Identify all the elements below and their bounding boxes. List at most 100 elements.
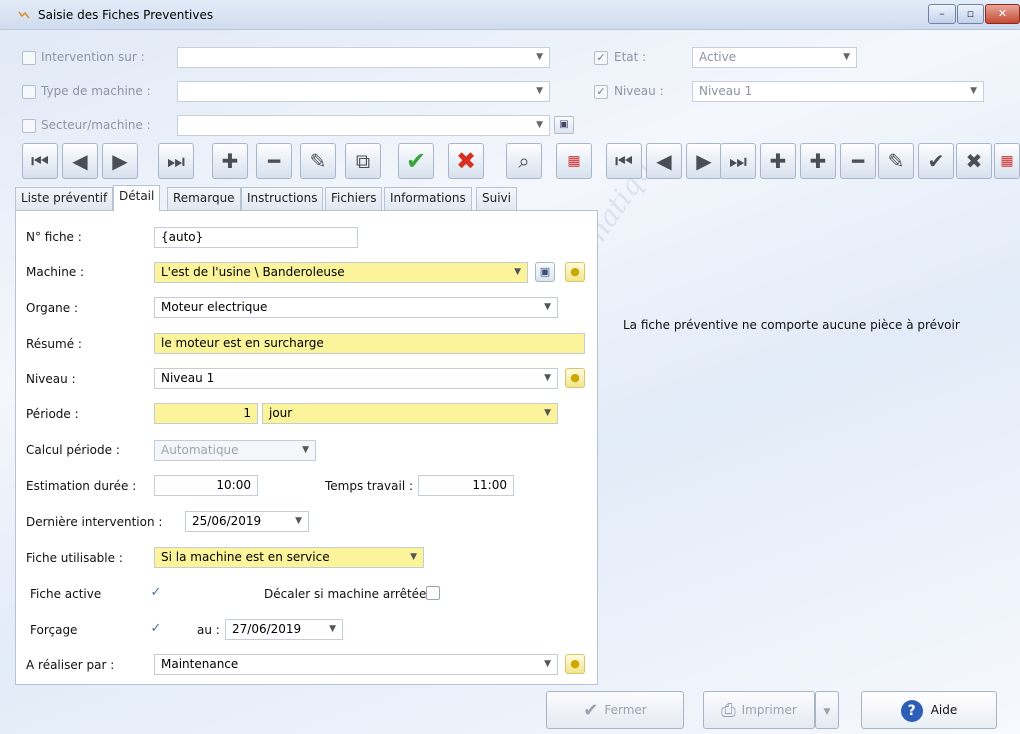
print-preview-icon: ⎙: [721, 699, 736, 721]
grid-button-2[interactable]: ▦: [994, 143, 1020, 179]
remove-button[interactable]: ━: [256, 143, 292, 179]
close-button[interactable]: ✕: [985, 4, 1020, 24]
add-button-2[interactable]: ✚: [760, 143, 796, 179]
chevron-down-icon: ▼: [544, 373, 551, 383]
realiser-par-value: Maintenance: [161, 657, 239, 671]
chevron-down-icon: ▼: [544, 659, 551, 669]
machine-value: L'est de l'usine \ Banderoleuse: [161, 265, 345, 279]
secteur-select[interactable]: ▼: [177, 115, 550, 136]
niveau-value: Niveau 1: [161, 371, 215, 385]
realiser-par-select[interactable]: Maintenance ▼: [154, 654, 558, 675]
tab-informations[interactable]: Informations: [384, 187, 472, 210]
intervention-checkbox[interactable]: [22, 51, 36, 65]
chevron-down-icon: ▼: [823, 707, 831, 717]
title-bar: Saisie des Fiches Preventives – ▫ ✕: [0, 0, 1020, 30]
fermer-button[interactable]: ✔ Fermer: [546, 691, 684, 729]
chevron-down-icon: ▼: [410, 552, 417, 562]
secteur-checkbox[interactable]: [22, 119, 36, 133]
edit-tool-button[interactable]: ✎: [300, 143, 336, 179]
add-line-button[interactable]: ✚: [800, 143, 836, 179]
minimize-button[interactable]: –: [928, 4, 956, 24]
tab-suivi[interactable]: Suivi: [476, 187, 517, 210]
fiche-utilisable-value: Si la machine est en service: [161, 550, 330, 564]
calcul-periode-value: Automatique: [161, 443, 239, 457]
cancel-button[interactable]: ✖: [448, 143, 484, 179]
lightbulb-icon[interactable]: ●: [565, 368, 585, 388]
last-record-button[interactable]: ⏭: [158, 143, 194, 179]
tab-detail[interactable]: Détail: [113, 185, 161, 211]
type-machine-select[interactable]: ▼: [177, 81, 550, 102]
aide-button[interactable]: ? Aide: [861, 691, 997, 729]
niveau-filter-select[interactable]: Niveau 1 ▼: [692, 81, 984, 102]
fiche-utilisable-label: Fiche utilisable :: [26, 551, 123, 565]
grid-button[interactable]: ▦: [556, 143, 592, 179]
add-button[interactable]: ✚: [212, 143, 248, 179]
chevron-down-icon: ▼: [843, 52, 850, 62]
secteur-label: Secteur/machine :: [41, 118, 151, 132]
previous-record-button[interactable]: ◀: [62, 143, 98, 179]
machine-select[interactable]: L'est de l'usine \ Banderoleuse ▼: [154, 262, 528, 283]
remove-button-2[interactable]: ━: [840, 143, 876, 179]
periode-label: Période :: [26, 407, 79, 421]
fiche-utilisable-select[interactable]: Si la machine est en service ▼: [154, 547, 424, 568]
periode-unit-value: jour: [269, 406, 293, 420]
chevron-down-icon: ▼: [302, 445, 309, 455]
tab-fichiers[interactable]: Fichiers: [325, 187, 383, 210]
cancel-button-2[interactable]: ✖: [956, 143, 992, 179]
organe-label: Organe :: [26, 301, 78, 315]
lightbulb-icon[interactable]: ●: [565, 262, 585, 282]
chevron-down-icon: ▼: [536, 52, 543, 62]
chevron-down-icon: ▼: [295, 516, 302, 526]
etat-value: Active: [699, 50, 737, 64]
forcage-checkbox[interactable]: ✓: [148, 621, 164, 637]
validate-button-2[interactable]: ✔: [918, 143, 954, 179]
tab-instructions[interactable]: Instructions: [241, 187, 324, 210]
etat-label: Etat :: [614, 50, 647, 64]
num-fiche-input[interactable]: {auto}: [154, 227, 358, 248]
periode-unit-select[interactable]: jour ▼: [262, 403, 558, 424]
next-record-button[interactable]: ▶: [102, 143, 138, 179]
type-machine-label: Type de machine :: [41, 84, 151, 98]
imprimer-button[interactable]: ⎙ Imprimer: [703, 691, 815, 729]
duplicate-button[interactable]: ⧉: [345, 143, 381, 179]
lightbulb-icon[interactable]: ●: [565, 654, 585, 674]
temps-travail-input[interactable]: 11:00: [418, 475, 514, 496]
niveau-label: Niveau :: [26, 372, 76, 386]
forcage-label: Forçage: [30, 623, 78, 637]
edit-tool-button-2[interactable]: ✎: [878, 143, 914, 179]
previous-record-button-2[interactable]: ◀: [646, 143, 682, 179]
tab-remarque[interactable]: Remarque: [167, 187, 241, 210]
validate-button[interactable]: ✔: [398, 143, 434, 179]
chevron-down-icon: ▼: [970, 86, 977, 96]
derniere-intervention-date[interactable]: 25/06/2019 ▼: [185, 511, 309, 532]
resume-label: Résumé :: [26, 337, 82, 351]
periode-input[interactable]: 1: [154, 403, 258, 424]
intervention-label: Intervention sur :: [41, 50, 145, 64]
niveau-select[interactable]: Niveau 1 ▼: [154, 368, 558, 389]
estimation-label: Estimation durée :: [26, 479, 137, 493]
last-record-button-2[interactable]: ⏭: [720, 143, 756, 179]
organe-select[interactable]: Moteur electrique ▼: [154, 297, 558, 318]
search-button[interactable]: ⌕: [506, 143, 542, 179]
type-machine-checkbox[interactable]: [22, 85, 36, 99]
machine-search-icon[interactable]: ▣: [554, 116, 574, 134]
maximize-button[interactable]: ▫: [957, 4, 984, 24]
etat-select[interactable]: Active ▼: [692, 47, 857, 68]
forcage-date[interactable]: 27/06/2019 ▼: [225, 619, 343, 640]
temps-travail-label: Temps travail :: [325, 479, 414, 493]
first-record-button-2[interactable]: ⏮: [606, 143, 642, 179]
decaler-checkbox[interactable]: [426, 586, 440, 600]
intervention-select[interactable]: ▼: [177, 47, 550, 68]
calcul-periode-select[interactable]: Automatique ▼: [154, 440, 316, 461]
first-record-button[interactable]: ⏮: [22, 143, 58, 179]
forcage-date-value: 27/06/2019: [232, 622, 302, 636]
machine-lookup-icon[interactable]: ▣: [535, 262, 555, 282]
tab-liste-preventif[interactable]: Liste préventif: [15, 187, 114, 210]
resume-input[interactable]: le moteur est en surcharge: [154, 333, 585, 354]
imprimer-dropdown-button[interactable]: ▼: [815, 691, 839, 729]
fiche-active-checkbox[interactable]: ✓: [148, 585, 164, 601]
estimation-input[interactable]: 10:00: [154, 475, 258, 496]
niveau-filter-checkbox[interactable]: ✓: [594, 85, 608, 99]
etat-checkbox[interactable]: ✓: [594, 51, 608, 65]
next-record-button-2[interactable]: ▶: [686, 143, 722, 179]
